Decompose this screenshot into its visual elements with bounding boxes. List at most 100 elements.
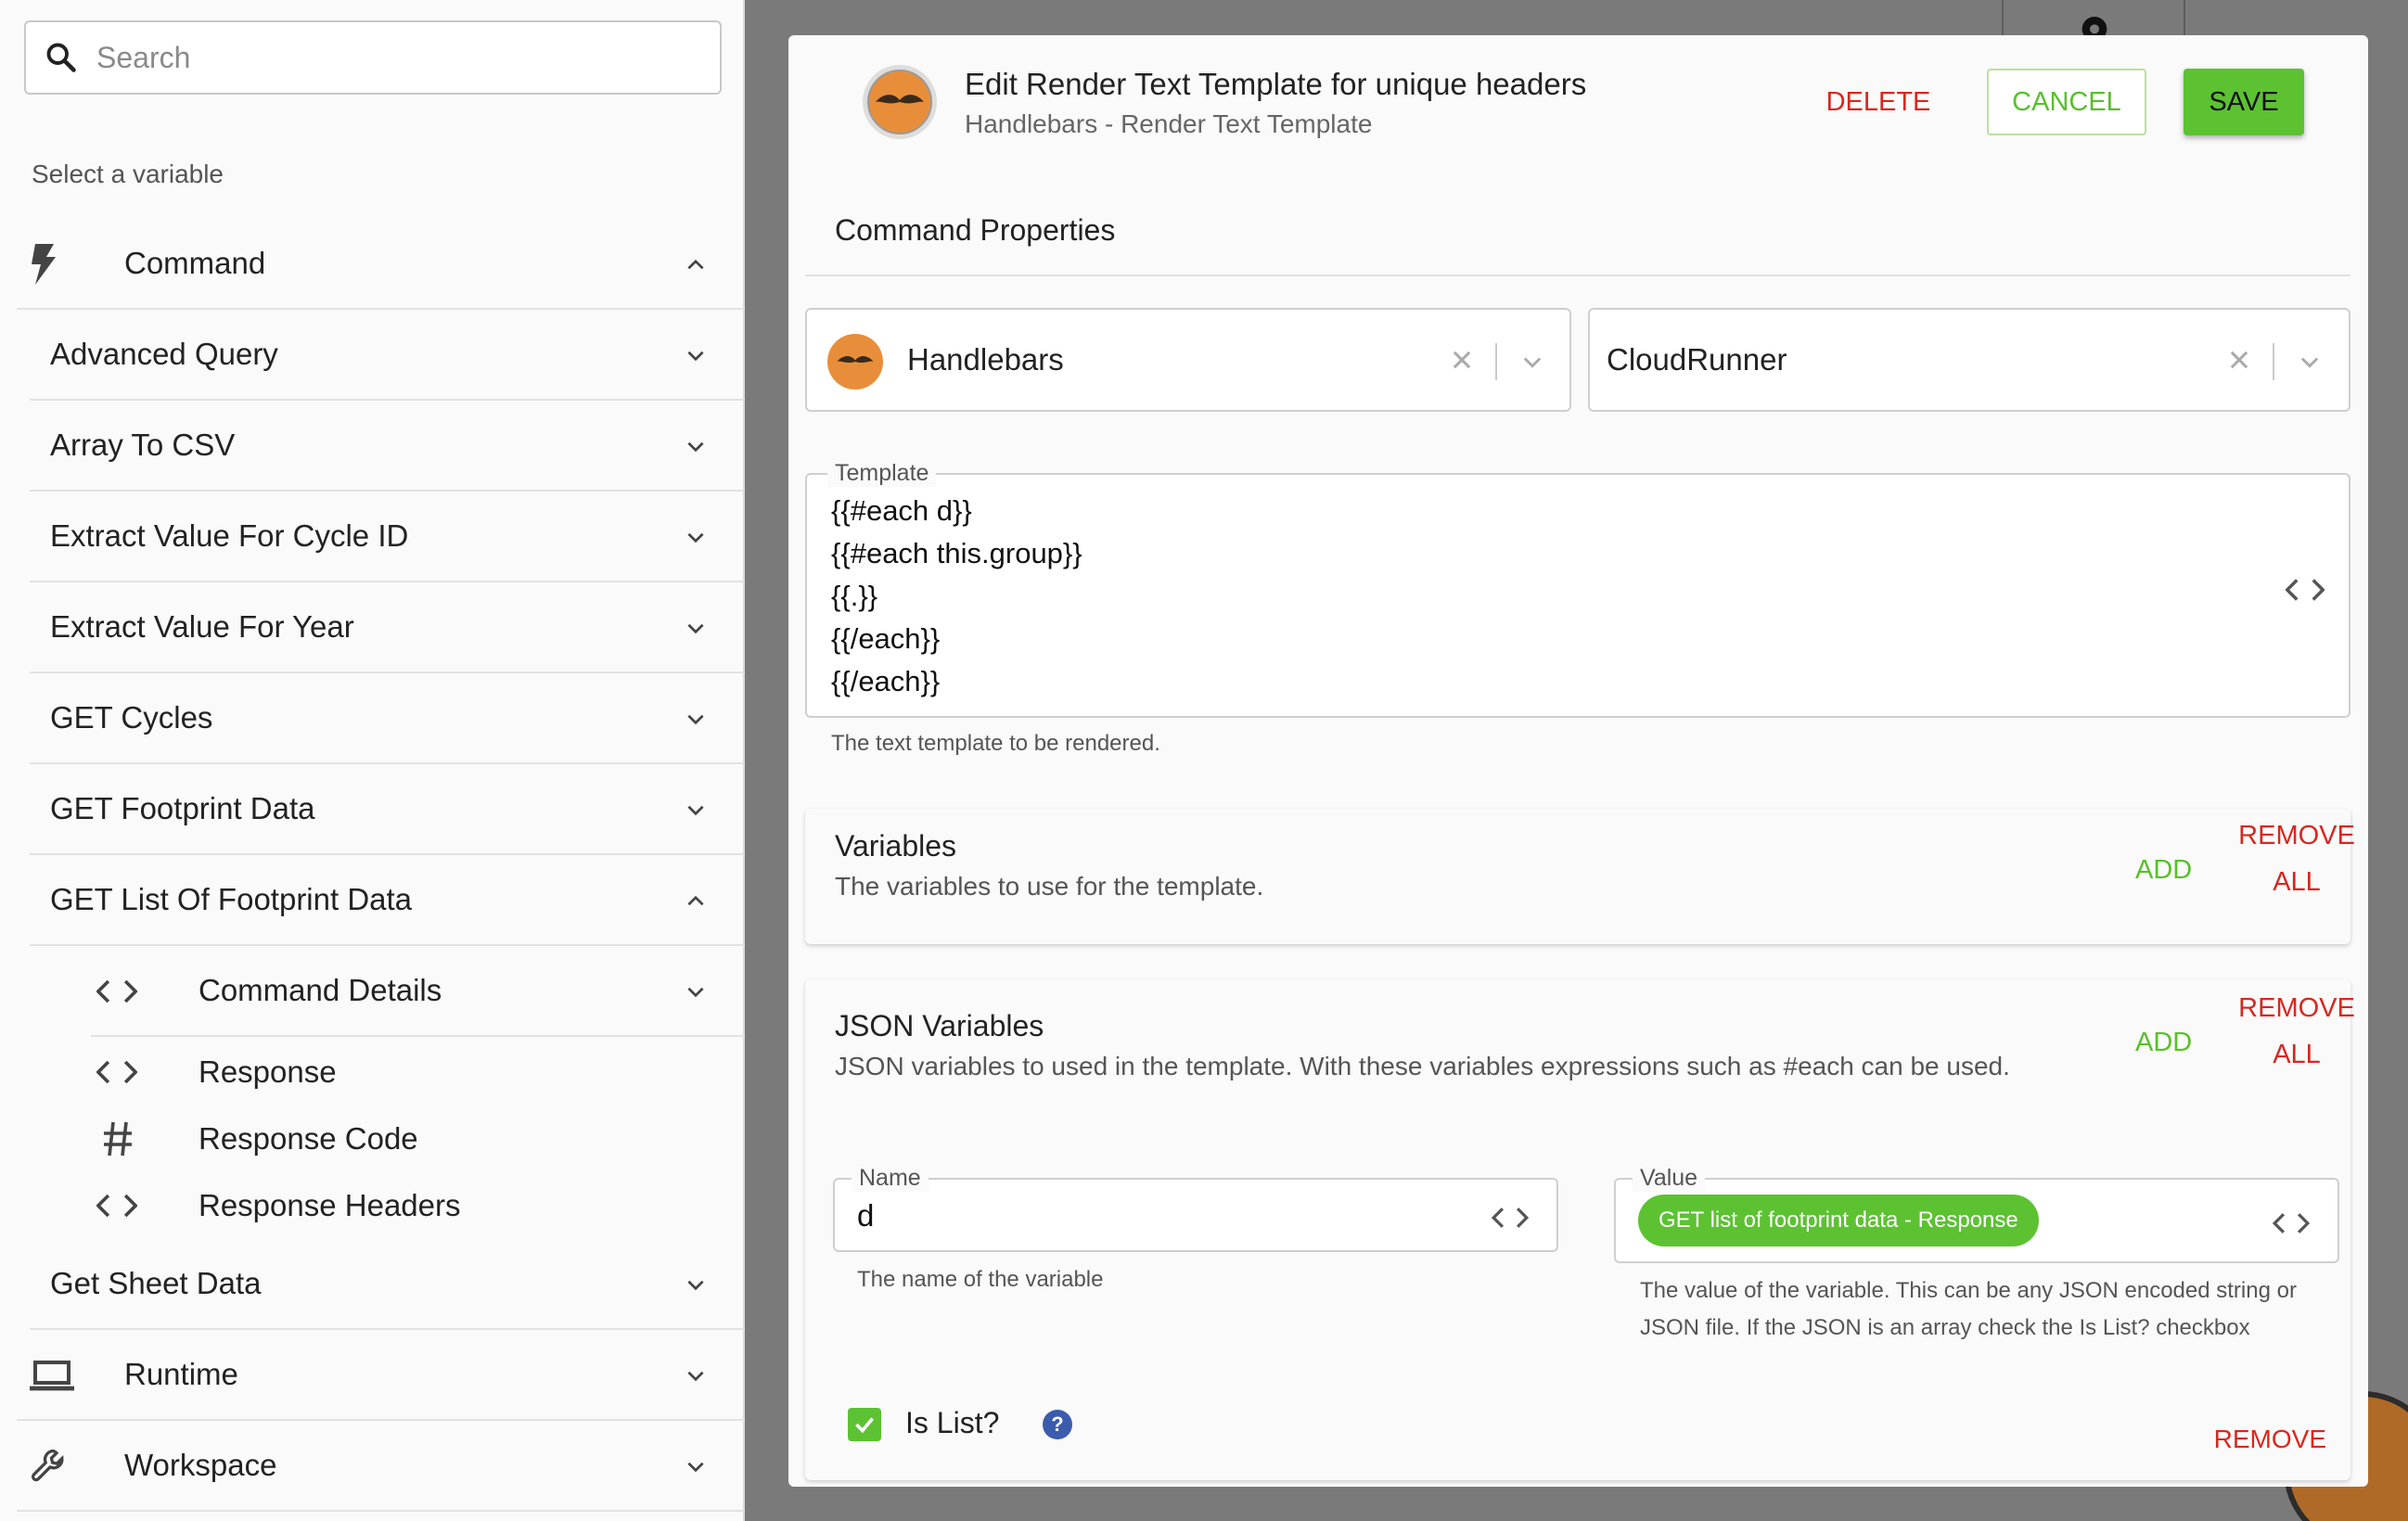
command-item-label: Advanced Query [50, 337, 278, 371]
json-variables-add-button[interactable]: ADD [2135, 1028, 2192, 1058]
handlebars-icon [827, 334, 883, 390]
variable-name-value: d [857, 1198, 875, 1233]
code-icon[interactable] [2273, 1211, 2310, 1235]
template-line: {{#each d}} [831, 494, 972, 527]
command-item-array-to-csv[interactable]: Array To CSV [30, 401, 745, 492]
variable-value-field[interactable]: Value GET list of footprint data - Respo… [1614, 1165, 2339, 1263]
select-separator [1495, 343, 1497, 380]
template-line: {{.}} [831, 580, 878, 612]
command-item-label: GET Footprint Data [50, 791, 315, 825]
sub-item-response-headers[interactable]: Response Headers [17, 1172, 745, 1239]
template-help-text: The text template to be rendered. [831, 731, 1160, 756]
chevron-down-icon [687, 1280, 704, 1291]
sub-item-label: Response [199, 1054, 337, 1089]
command-item-label: GET List Of Footprint Data [50, 882, 413, 916]
command-item-label: Extract Value For Cycle ID [50, 518, 409, 553]
chevron-down-icon [687, 805, 704, 816]
wrench-icon [30, 1421, 70, 1512]
divider [805, 275, 2350, 276]
json-variables-title: JSON Variables [835, 1009, 1044, 1042]
lightning-icon [30, 219, 58, 310]
sub-item-response[interactable]: Response [17, 1039, 745, 1106]
command-item-advanced-query[interactable]: Advanced Query [30, 310, 745, 401]
value-variable-chip[interactable]: GET list of footprint data - Response [1638, 1195, 2039, 1246]
template-field[interactable]: Template {{#each d}} {{#each this.group}… [805, 460, 2350, 718]
command-item-label: GET Cycles [50, 700, 213, 735]
modal-title: Edit Render Text Template for unique hea… [965, 67, 1587, 101]
json-variables-card: JSON Variables JSON variables to used in… [805, 979, 2355, 1480]
variable-name-field[interactable]: Name d [833, 1165, 1558, 1252]
sub-item-command-details[interactable]: Command Details [91, 946, 745, 1037]
search-input[interactable] [96, 40, 690, 75]
chevron-down-icon [687, 987, 704, 998]
command-item-get-sheet-data[interactable]: Get Sheet Data [30, 1239, 745, 1330]
runner-select[interactable]: CloudRunner [1588, 308, 2350, 412]
chevron-up-icon [687, 259, 704, 270]
remove-variable-button[interactable]: REMOVE [2214, 1425, 2326, 1454]
select-separator [2273, 343, 2274, 380]
command-item-get-list-footprint-data[interactable]: GET List Of Footprint Data [30, 855, 745, 946]
template-legend: Template [827, 460, 937, 487]
json-variables-remove-all-button[interactable]: REMOVE ALL [2232, 985, 2362, 1078]
section-workspace[interactable]: Workspace [17, 1421, 745, 1512]
section-workspace-label: Workspace [124, 1448, 277, 1482]
sub-item-response-code[interactable]: Response Code [17, 1106, 745, 1172]
modal-subtitle: Handlebars - Render Text Template [965, 109, 1373, 138]
hash-icon [102, 1106, 134, 1172]
gear-icon [2081, 17, 2107, 35]
command-item-label: Extract Value For Year [50, 609, 354, 644]
clear-icon[interactable] [2226, 347, 2252, 373]
select-variable-label: Select a variable [32, 160, 224, 188]
command-properties-heading: Command Properties [835, 213, 1116, 247]
clear-icon[interactable] [1449, 347, 1475, 373]
template-editor[interactable]: {{#each d}} {{#each this.group}} {{.}} {… [831, 490, 1082, 703]
provider-select[interactable]: Handlebars [805, 308, 1571, 412]
chevron-down-icon [687, 441, 704, 453]
cancel-button[interactable]: CANCEL [1987, 69, 2146, 135]
chevron-down-icon [687, 1462, 704, 1473]
chevron-down-icon[interactable] [2297, 349, 2323, 375]
is-list-label: Is List? [905, 1406, 1000, 1439]
value-help-text: The value of the variable. This can be a… [1640, 1272, 2297, 1347]
chevron-down-icon [687, 714, 704, 725]
variables-remove-all-button[interactable]: REMOVE ALL [2232, 812, 2362, 905]
command-item-extract-value-cycle-id[interactable]: Extract Value For Cycle ID [30, 492, 745, 582]
command-item-extract-value-year[interactable]: Extract Value For Year [30, 582, 745, 673]
delete-button[interactable]: DELETE [1813, 69, 1943, 135]
checkmark-icon [855, 1417, 875, 1434]
save-button[interactable]: SAVE [2184, 69, 2304, 135]
search-field[interactable] [24, 20, 722, 95]
section-runtime-label: Runtime [124, 1357, 238, 1391]
template-line: {{/each}} [831, 622, 941, 655]
section-command[interactable]: Command [17, 219, 745, 310]
value-help-line: JSON file. If the JSON is an array check… [1640, 1315, 2250, 1340]
section-runtime[interactable]: Runtime [17, 1330, 745, 1421]
help-icon[interactable]: ? [1043, 1410, 1072, 1439]
background-divider [2184, 0, 2185, 35]
command-item-get-footprint-data[interactable]: GET Footprint Data [30, 764, 745, 855]
value-help-line: The value of the variable. This can be a… [1640, 1278, 2297, 1303]
sub-item-label: Command Details [199, 973, 442, 1007]
variables-add-button[interactable]: ADD [2135, 855, 2192, 886]
name-help-text: The name of the variable [857, 1267, 1104, 1292]
json-variables-description: JSON variables to used in the template. … [835, 1052, 2010, 1080]
search-icon [46, 43, 76, 72]
code-icon [96, 946, 137, 1037]
laptop-icon [30, 1330, 74, 1421]
command-item-label: Array To CSV [50, 428, 236, 462]
is-list-checkbox[interactable] [848, 1408, 881, 1441]
variables-description: The variables to use for the template. [835, 872, 1264, 901]
chevron-down-icon[interactable] [1519, 349, 1545, 375]
code-icon[interactable] [2286, 577, 2325, 603]
remove-all-line: ALL [2273, 867, 2321, 897]
template-line: {{/each}} [831, 665, 941, 697]
handlebars-avatar-icon [863, 65, 937, 139]
section-command-label: Command [124, 246, 266, 280]
command-item-get-cycles[interactable]: GET Cycles [30, 673, 745, 764]
remove-all-line: REMOVE [2238, 821, 2355, 850]
code-icon[interactable] [1492, 1206, 1529, 1230]
background-divider [2002, 0, 2004, 35]
sub-item-label: Response Headers [199, 1188, 461, 1222]
remove-all-line: REMOVE [2238, 993, 2355, 1023]
value-legend: Value [1633, 1165, 1706, 1192]
